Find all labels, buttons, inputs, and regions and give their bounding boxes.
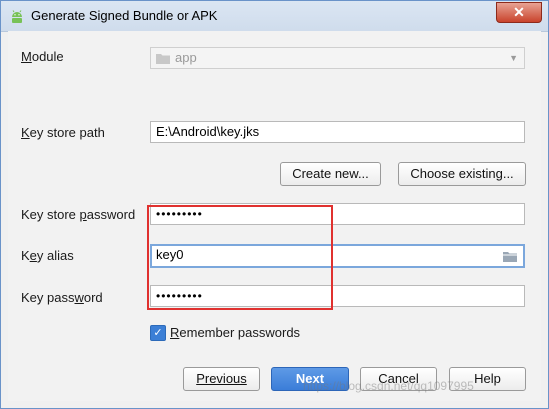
dialog-content: Module app ▼ Key store path E:\Android\k…	[8, 31, 541, 401]
create-new-button[interactable]: Create new...	[280, 162, 381, 186]
key-alias-label: Key alias	[21, 248, 74, 263]
key-store-path-field[interactable]: E:\Android\key.jks	[150, 121, 525, 143]
watermark-text: https://blog.csdn.net/qq1097995	[303, 379, 474, 393]
highlight-annotation-box	[147, 205, 333, 310]
previous-button[interactable]: Previous	[183, 367, 260, 391]
module-dropdown[interactable]: app ▼	[150, 47, 525, 69]
chevron-down-icon: ▼	[509, 53, 518, 63]
key-password-label: Key password	[21, 290, 103, 305]
window-title: Generate Signed Bundle or APK	[31, 8, 218, 23]
key-store-path-label: Key store path	[21, 125, 105, 140]
module-label: Module	[21, 49, 64, 64]
android-icon	[12, 10, 22, 23]
folder-icon[interactable]	[502, 250, 518, 263]
dialog-window: Generate Signed Bundle or APK ✕ Module a…	[0, 0, 549, 409]
key-store-password-label: Key store password	[21, 207, 136, 222]
title-bar: Generate Signed Bundle or APK ✕	[1, 1, 548, 32]
remember-passwords-checkbox[interactable]: ✓	[150, 325, 166, 341]
folder-icon	[156, 54, 170, 64]
module-value: app	[175, 50, 197, 65]
remember-passwords-label: Remember passwords	[170, 325, 301, 340]
close-button[interactable]: ✕	[496, 2, 542, 23]
choose-existing-button[interactable]: Choose existing...	[398, 162, 526, 186]
